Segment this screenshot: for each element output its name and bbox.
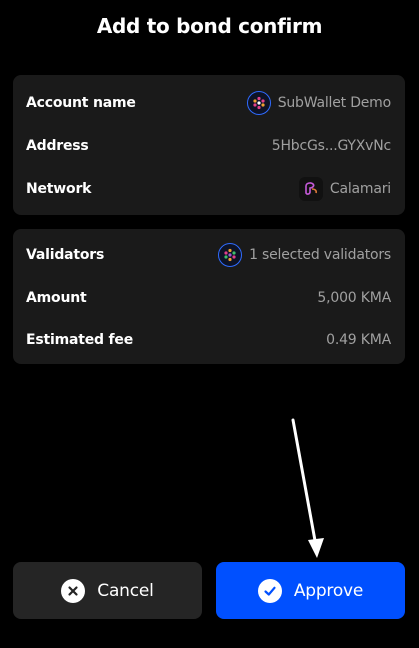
cancel-button[interactable]: Cancel — [13, 562, 202, 619]
fee-label: Estimated fee — [26, 332, 133, 348]
confirmation-screen: Add to bond confirm Account name SubWall… — [0, 0, 419, 648]
account-details-card: Account name SubWallet Demo Address 5Hbc… — [13, 75, 405, 215]
cancel-button-label: Cancel — [97, 580, 154, 601]
amount-row: Amount 5,000 KMA — [26, 285, 391, 311]
bond-details-card: Validators 1 selected validators Amount … — [13, 229, 405, 364]
address-label: Address — [26, 138, 89, 154]
account-name-value-group: SubWallet Demo — [246, 91, 392, 115]
account-avatar-icon — [246, 91, 271, 115]
validators-row: Validators 1 selected validators — [26, 242, 391, 268]
validators-value: 1 selected validators — [249, 247, 391, 263]
address-value: 5HbcGs...GYXvNc — [271, 138, 391, 154]
page-title: Add to bond confirm — [96, 14, 323, 38]
validators-value-group: 1 selected validators — [218, 243, 391, 267]
amount-value: 5,000 KMA — [317, 290, 391, 306]
fee-value: 0.49 KMA — [326, 332, 391, 348]
account-name-value: SubWallet Demo — [277, 95, 392, 111]
validator-avatar-icon — [218, 243, 243, 267]
calamari-network-icon — [298, 177, 323, 201]
account-name-row: Account name SubWallet Demo — [26, 90, 391, 116]
fee-row: Estimated fee 0.49 KMA — [26, 327, 391, 353]
network-row: Network Calamari — [26, 176, 391, 202]
validators-label: Validators — [26, 247, 105, 263]
close-circle-icon — [61, 578, 86, 603]
amount-label: Amount — [26, 290, 87, 306]
network-label: Network — [26, 181, 92, 197]
approve-button[interactable]: Approve — [216, 562, 405, 619]
check-circle-icon — [257, 578, 282, 603]
network-value: Calamari — [329, 181, 391, 197]
network-value-group: Calamari — [298, 177, 391, 201]
account-name-label: Account name — [26, 95, 136, 111]
address-row: Address 5HbcGs...GYXvNc — [26, 133, 391, 159]
approve-button-label: Approve — [293, 580, 364, 601]
